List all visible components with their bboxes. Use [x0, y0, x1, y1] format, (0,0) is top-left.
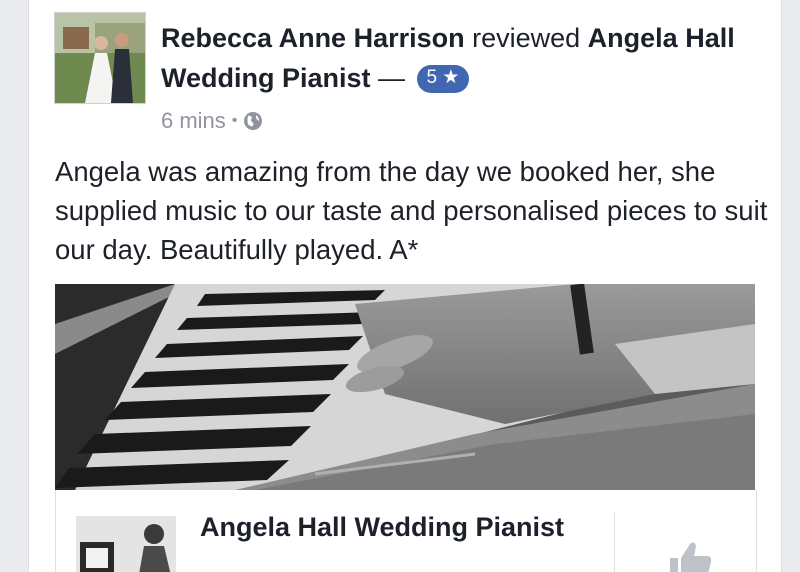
post-timestamp[interactable]: 6 mins: [161, 108, 226, 134]
preview-divider: [614, 512, 615, 572]
page-thumbnail[interactable]: [76, 516, 176, 572]
post-verb: reviewed: [464, 23, 588, 53]
thumbs-up-icon[interactable]: [666, 540, 716, 572]
meta-separator: •: [231, 112, 238, 129]
rating-badge: 5 ★: [416, 65, 470, 93]
page-preview-title[interactable]: Angela Hall Wedding Pianist: [200, 510, 590, 544]
review-text: Angela was amazing from the day we booke…: [55, 156, 768, 265]
post-header: Rebecca Anne Harrison reviewed Angela Ha…: [161, 18, 761, 98]
author-name-link[interactable]: Rebecca Anne Harrison: [161, 23, 465, 53]
author-avatar[interactable]: [54, 12, 146, 104]
post-photo[interactable]: [55, 284, 755, 490]
globe-icon[interactable]: [243, 111, 263, 131]
review-post-card: Rebecca Anne Harrison reviewed Angela Ha…: [28, 0, 782, 572]
post-dash: —: [370, 63, 413, 93]
post-meta: 6 mins •: [161, 108, 263, 134]
page-preview-card: Angela Hall Wedding Pianist: [55, 490, 757, 572]
